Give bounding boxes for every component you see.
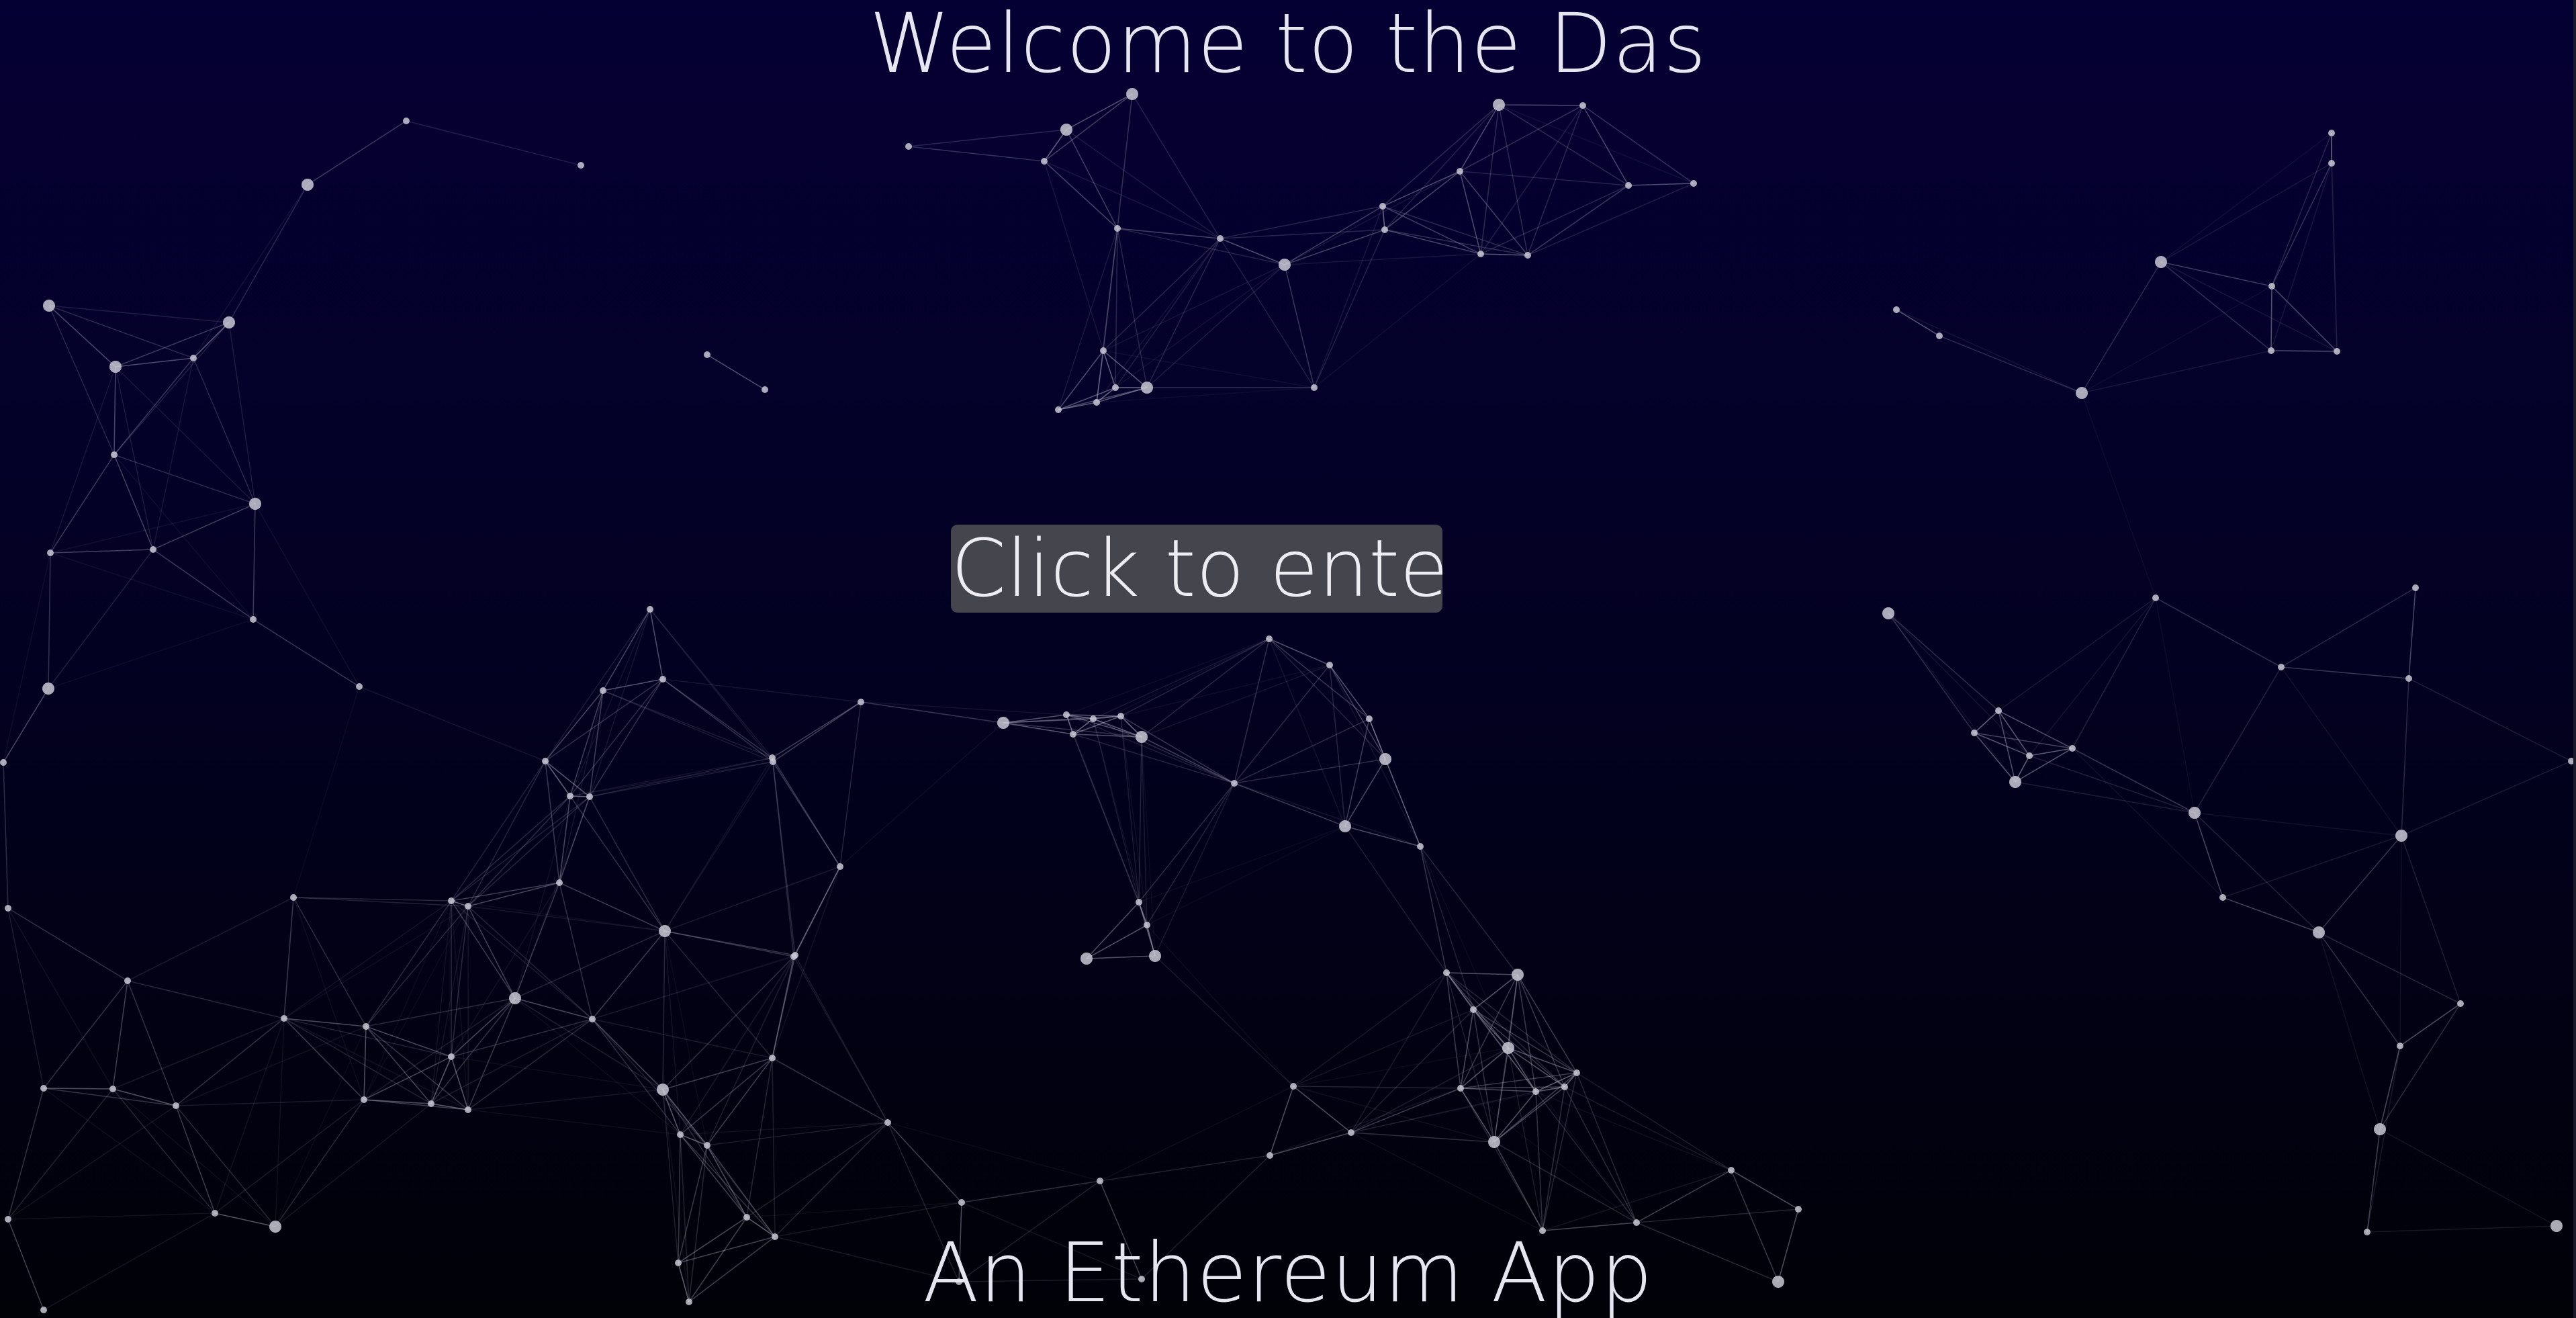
particle-network-background: [0, 88, 2575, 1313]
window-edge: [2573, 0, 2576, 1318]
page-subtitle: An Ethereum App: [923, 1225, 1653, 1318]
enter-button[interactable]: Click to enter: [951, 525, 1442, 613]
page-title: Welcome to the Das: [869, 0, 1707, 91]
particle-dots: [0, 88, 2575, 1313]
particle-links: [3, 93, 2572, 1311]
